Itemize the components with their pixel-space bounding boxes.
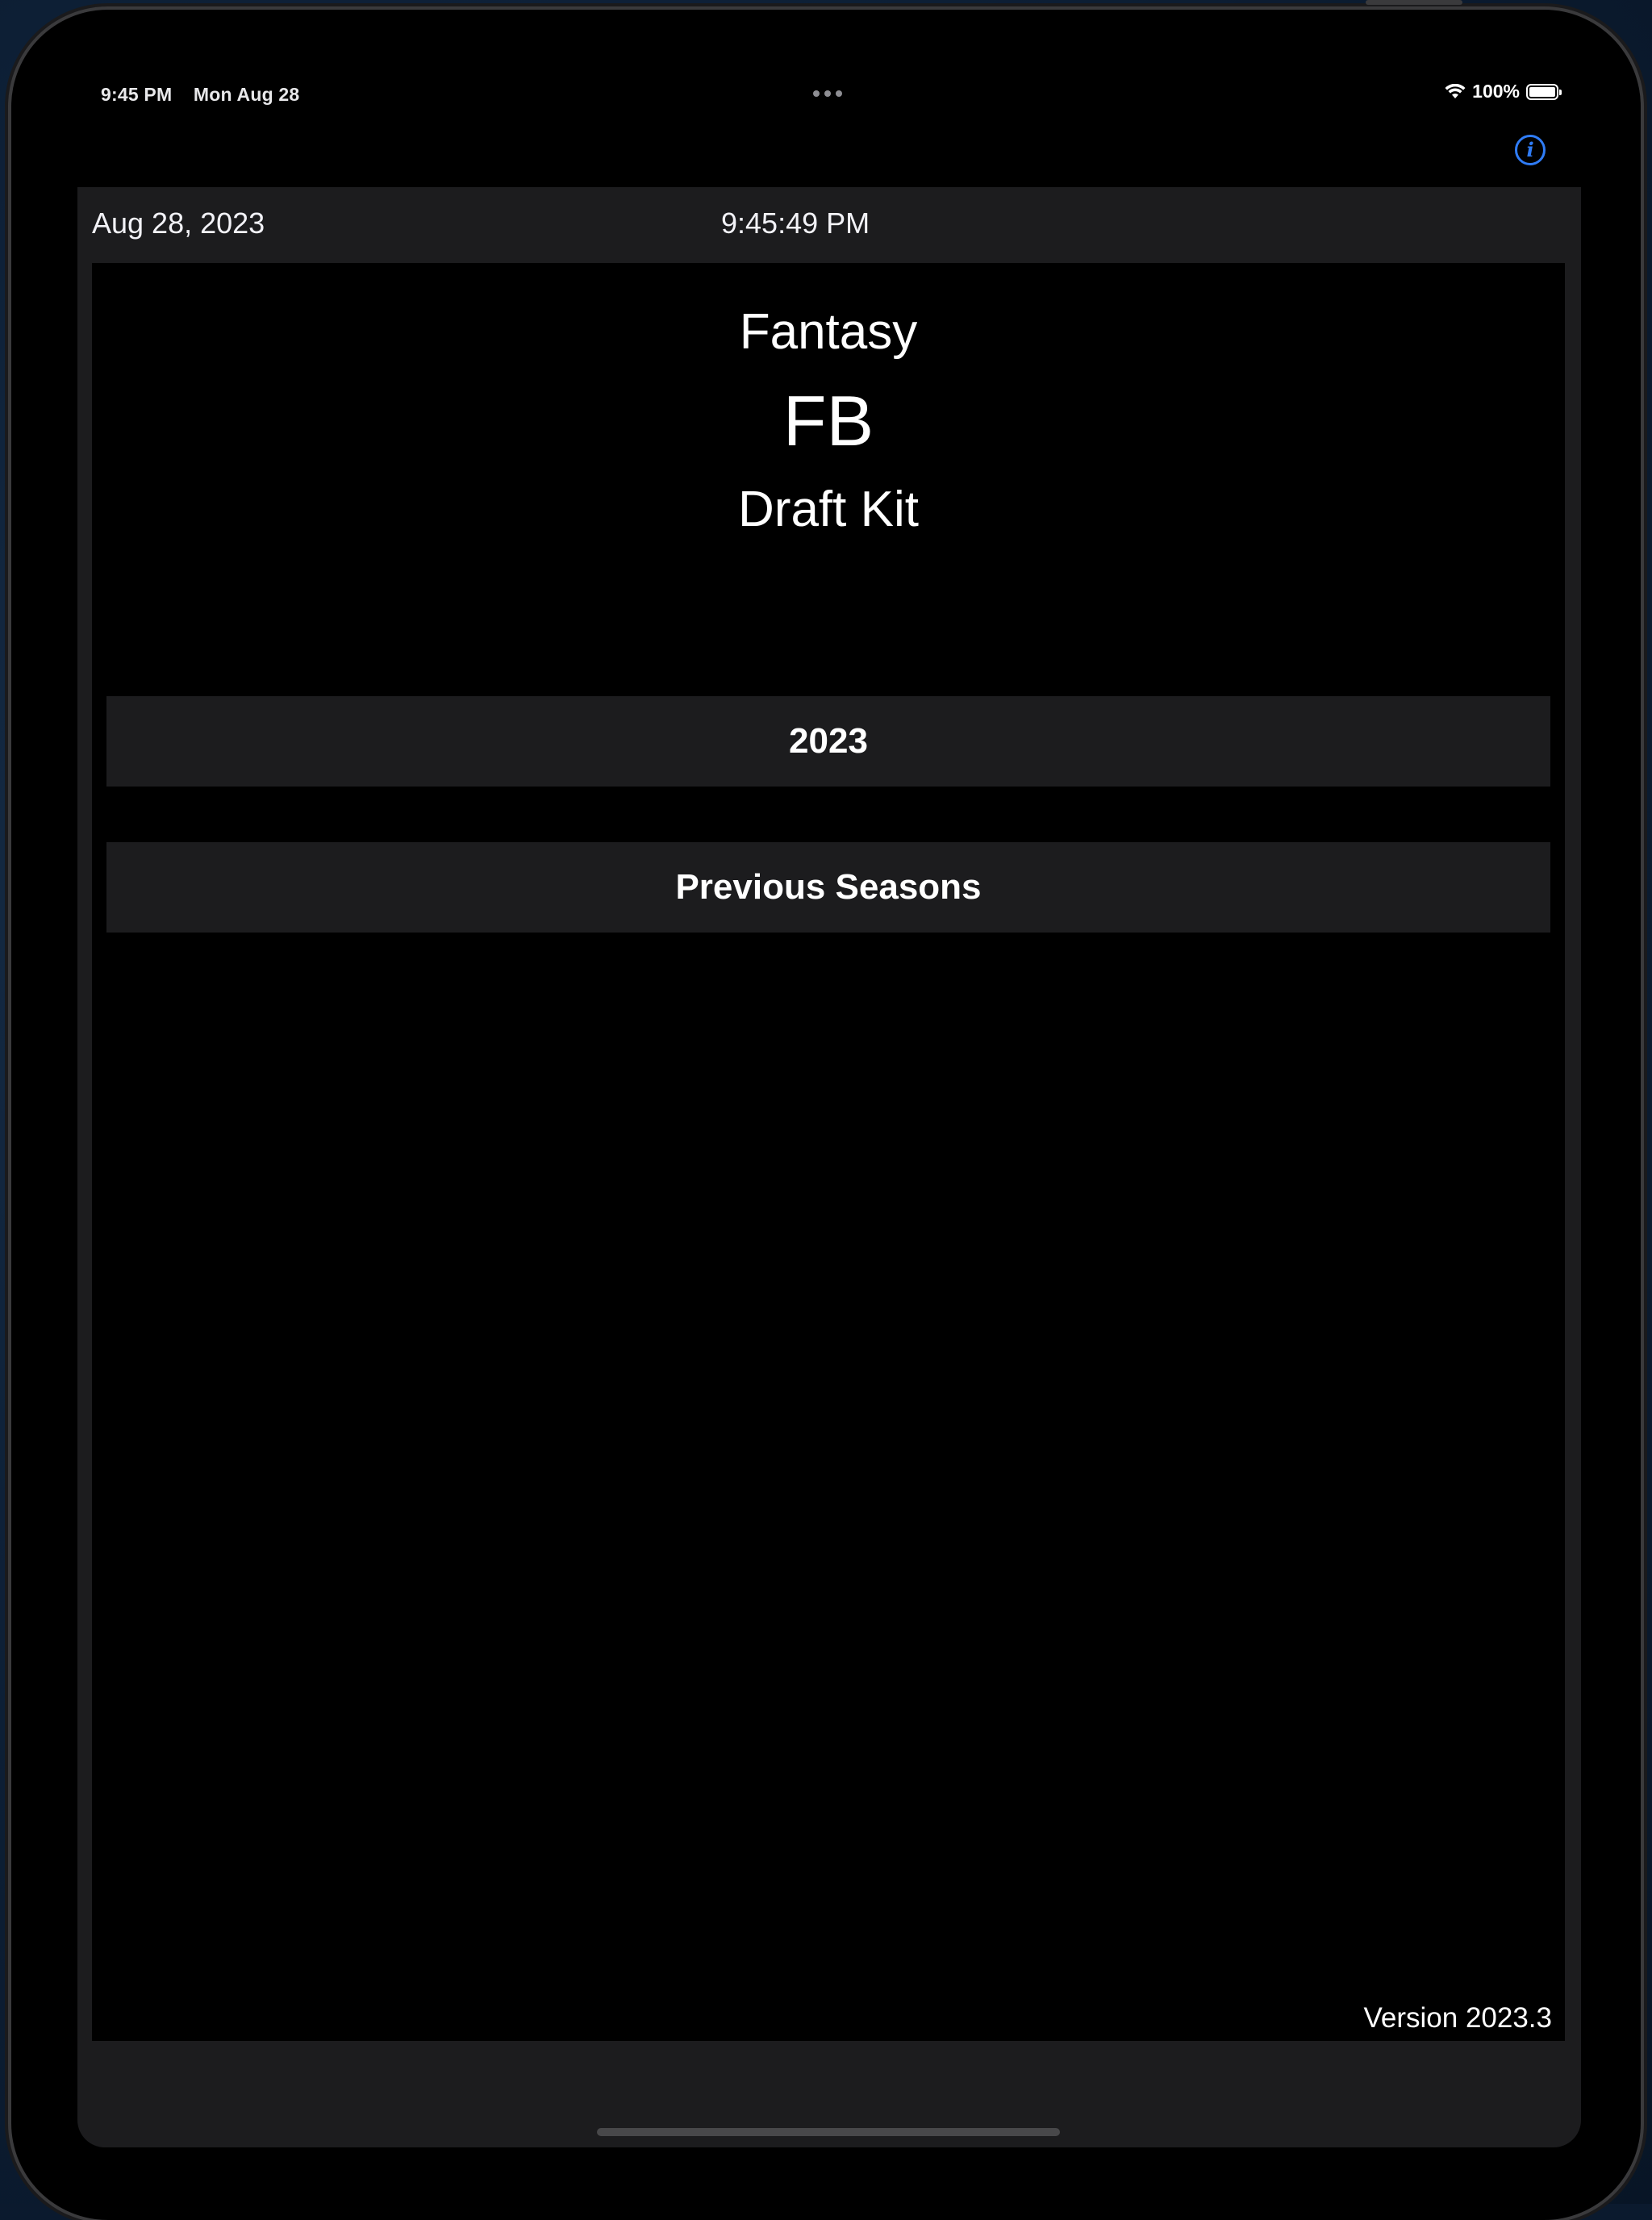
status-bar-left: 9:45 PM Mon Aug 28 [101,84,315,106]
version-label: Version 2023.3 [1363,2002,1552,2034]
app-title-line-1: Fantasy [739,304,918,360]
previous-seasons-button[interactable]: Previous Seasons [106,842,1550,933]
multitasking-dots-icon[interactable] [813,90,842,97]
current-date: Aug 28, 2023 [92,207,265,240]
app-title-line-2: FB [782,381,874,461]
current-time: 9:45:49 PM [721,207,870,240]
status-bar-right: 100% [1445,81,1562,102]
season-2023-button[interactable]: 2023 [106,696,1550,787]
info-icon[interactable]: i [1515,135,1546,165]
app-container: Aug 28, 2023 9:45:49 PM Fantasy FB Draft… [77,187,1581,2147]
main-content: Fantasy FB Draft Kit 2023 Previous Seaso… [92,263,1565,2041]
status-date: Mon Aug 28 [193,84,300,105]
battery-percentage: 100% [1472,81,1520,102]
date-time-strip: Aug 28, 2023 9:45:49 PM [77,187,1581,263]
app-screen: 9:45 PM Mon Aug 28 100% i Aug 28, 2023 9… [0,0,1652,2204]
status-time: 9:45 PM [101,84,173,105]
wifi-icon [1445,83,1466,98]
app-title-line-3: Draft Kit [738,482,919,537]
battery-icon [1526,83,1562,100]
home-indicator[interactable] [597,2128,1060,2136]
